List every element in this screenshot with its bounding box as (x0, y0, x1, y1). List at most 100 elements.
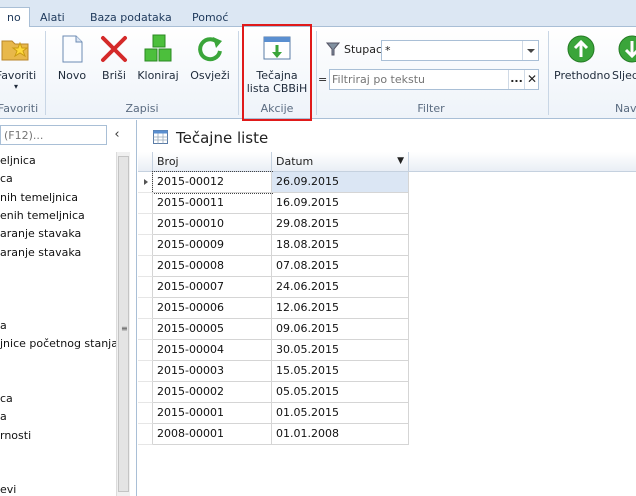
nav-item[interactable]: evi (0, 481, 16, 496)
sort-desc-icon: ▼ (397, 156, 404, 166)
tab-alati[interactable]: Alati (32, 8, 73, 27)
kloniraj-button[interactable]: Kloniraj (136, 33, 180, 82)
chevron-down-icon[interactable] (522, 41, 538, 60)
grid-corner (138, 152, 153, 172)
prethodno-label: Prethodno (554, 69, 611, 82)
nav-item[interactable]: nih temeljnica (0, 189, 78, 207)
prethodno-button[interactable]: Prethodno (554, 33, 611, 82)
nav-item[interactable]: jnice početnog stanja (0, 335, 118, 353)
tecajne-liste-grid: Broj Datum ▼ 2015-00012 26.09.2015 2015-00… (138, 152, 636, 496)
tab-pocetno[interactable]: no (0, 7, 30, 28)
cell-broj[interactable]: 2015-00003 (153, 361, 272, 382)
clone-cubes-icon (142, 33, 174, 65)
column-header-broj[interactable]: Broj (153, 152, 272, 172)
row-indicator[interactable] (138, 361, 153, 382)
cell-datum[interactable]: 16.09.2015 (272, 193, 409, 214)
cell-broj[interactable]: 2015-00011 (153, 193, 272, 214)
cell-broj[interactable]: 2015-00008 (153, 256, 272, 277)
cell-datum[interactable]: 01.01.2008 (272, 424, 409, 445)
equals-label: = (318, 73, 328, 86)
calendar-grid-icon (153, 130, 168, 144)
navigation-panel: ‹ eljnicacanih temeljnicaenih temeljnica… (0, 120, 137, 496)
nav-search-box (0, 125, 107, 145)
grip-icon: ≡ (121, 324, 128, 333)
row-indicator[interactable] (138, 319, 153, 340)
row-indicator[interactable] (138, 256, 153, 277)
cell-datum[interactable]: 30.05.2015 (272, 340, 409, 361)
cell-datum[interactable]: 24.06.2015 (272, 277, 409, 298)
filter-text-input-box: ... ✕ (329, 69, 539, 90)
cell-broj[interactable]: 2015-00010 (153, 214, 272, 235)
group-label-filter: Filter (417, 102, 445, 115)
filter-clear-button[interactable]: ✕ (524, 70, 539, 89)
row-indicator[interactable] (138, 172, 153, 193)
row-indicator[interactable] (138, 382, 153, 403)
current-row-icon (144, 179, 148, 185)
cell-broj[interactable]: 2015-00012 (152, 171, 273, 194)
nav-scrollbar-thumb[interactable]: ≡ (118, 156, 129, 492)
nav-scrollbar[interactable]: ≡ (116, 152, 130, 496)
osvjezi-button[interactable]: Osvježi (188, 33, 232, 82)
nav-search-input[interactable] (1, 126, 106, 144)
cell-datum[interactable]: 07.08.2015 (272, 256, 409, 277)
row-indicator[interactable] (138, 277, 153, 298)
cell-broj[interactable]: 2015-00007 (153, 277, 272, 298)
nav-item[interactable]: eljnica (0, 152, 36, 170)
row-indicator[interactable] (138, 403, 153, 424)
cell-broj[interactable]: 2015-00002 (153, 382, 272, 403)
ribbon-separator (316, 31, 317, 115)
brisi-button[interactable]: Briši (96, 33, 132, 82)
row-indicator[interactable] (138, 298, 153, 319)
row-indicator[interactable] (138, 235, 153, 256)
nav-item[interactable]: a (0, 317, 7, 335)
tab-baza-podataka[interactable]: Baza podataka (82, 8, 180, 27)
tab-pomoc[interactable]: Pomoć (184, 8, 236, 27)
nav-item[interactable]: ca (0, 170, 13, 188)
highlight-annotation (242, 24, 312, 121)
brisi-label: Briši (102, 69, 126, 82)
nav-item[interactable]: aranje stavaka (0, 244, 81, 262)
ribbon-separator (548, 31, 549, 115)
cell-datum[interactable]: 15.05.2015 (272, 361, 409, 382)
group-label-favoriti: Favoriti (0, 102, 39, 115)
cell-broj[interactable]: 2015-00004 (153, 340, 272, 361)
row-indicator[interactable] (138, 424, 153, 445)
favoriti-label: Favoriti (0, 69, 37, 82)
dropdown-arrow-icon: ▾ (13, 82, 18, 91)
favoriti-button[interactable]: Favoriti ▾ (0, 33, 38, 91)
favorites-folder-icon (0, 33, 32, 65)
nav-item[interactable]: a (0, 408, 7, 426)
filter-options-button[interactable]: ... (508, 70, 524, 89)
filter-funnel-icon (325, 42, 341, 59)
cell-datum[interactable]: 12.06.2015 (272, 298, 409, 319)
row-indicator[interactable] (138, 193, 153, 214)
cell-datum[interactable]: 05.05.2015 (272, 382, 409, 403)
nav-item[interactable]: aranje stavaka (0, 225, 81, 243)
cell-datum[interactable]: 26.09.2015 (272, 172, 409, 193)
ribbon-separator (45, 31, 46, 115)
ribbon-separator (238, 31, 239, 115)
filter-text-input[interactable] (332, 72, 506, 87)
collapse-panel-icon[interactable]: ‹ (110, 126, 124, 144)
cell-datum[interactable]: 18.08.2015 (272, 235, 409, 256)
stupac-combo[interactable]: * (381, 40, 539, 61)
stupac-value: * (385, 44, 391, 57)
novo-label: Novo (57, 69, 87, 82)
cell-datum[interactable]: 09.06.2015 (272, 319, 409, 340)
row-indicator[interactable] (138, 214, 153, 235)
nav-item[interactable]: rnosti (0, 427, 31, 445)
nav-item[interactable]: enih temeljnica (0, 207, 85, 225)
cell-broj[interactable]: 2015-00001 (153, 403, 272, 424)
cell-datum[interactable]: 29.08.2015 (272, 214, 409, 235)
arrow-up-circle-icon (565, 33, 597, 65)
cell-broj[interactable]: 2015-00006 (153, 298, 272, 319)
cell-datum[interactable]: 01.05.2015 (272, 403, 409, 424)
column-header-datum[interactable]: Datum ▼ (272, 152, 409, 172)
novo-button[interactable]: Novo (52, 33, 92, 82)
nav-item[interactable]: ca (0, 390, 13, 408)
cell-broj[interactable]: 2008-00001 (153, 424, 272, 445)
sljedece-button[interactable]: Sljed (612, 33, 636, 82)
row-indicator[interactable] (138, 340, 153, 361)
cell-broj[interactable]: 2015-00009 (153, 235, 272, 256)
cell-broj[interactable]: 2015-00005 (153, 319, 272, 340)
